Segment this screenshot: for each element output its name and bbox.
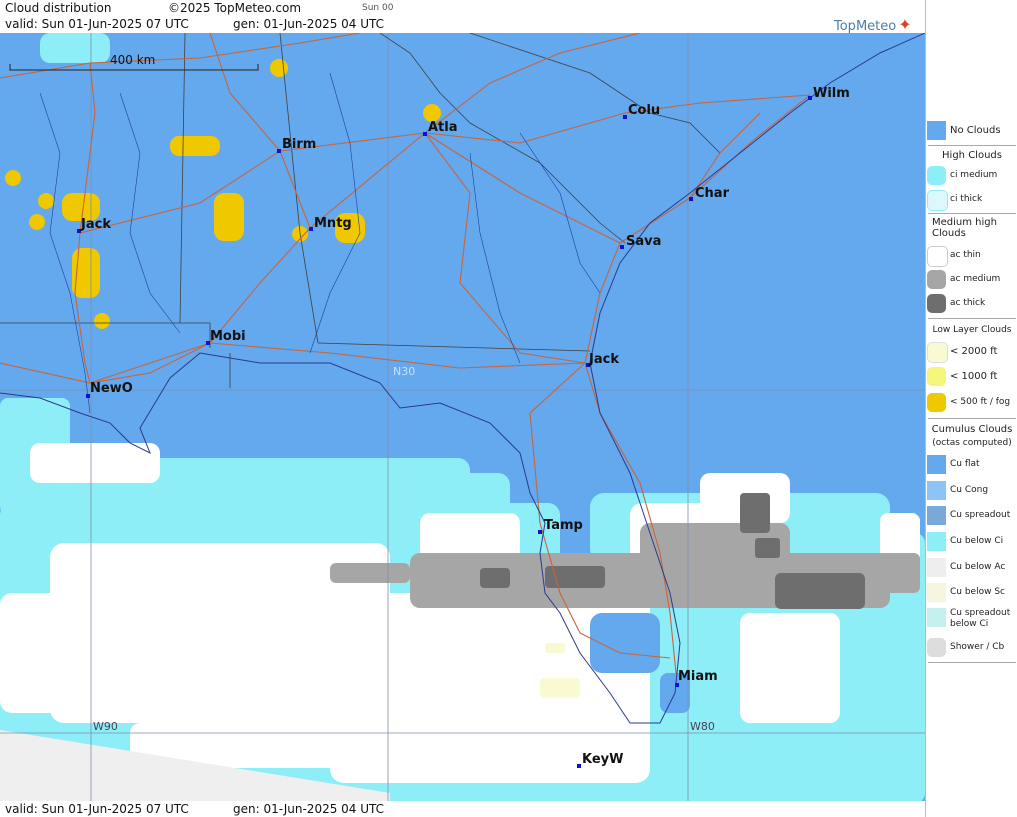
legend-panel: No Clouds High Clouds ci medium ci thick… (925, 0, 1017, 817)
svg-text:Jack: Jack (80, 217, 111, 232)
legend-no-clouds: No Clouds (926, 121, 1017, 141)
map-header: Cloud distribution ©2025 TopMeteo.com Su… (0, 0, 925, 33)
svg-text:KeyW: KeyW (582, 752, 623, 767)
svg-text:Wilm: Wilm (813, 86, 850, 101)
legend-cu-below-ci: Cu below Ci (926, 532, 1017, 552)
city-atla[interactable]: Atla (423, 120, 458, 136)
city-jack-fl[interactable]: Jack (586, 352, 619, 367)
legend-high-clouds: High Clouds (942, 150, 1002, 161)
grid-label-w80: W80 (690, 720, 715, 733)
city-sava[interactable]: Sava (620, 234, 661, 249)
city-mntg[interactable]: Mntg (309, 216, 352, 231)
city-mobi[interactable]: Mobi (206, 329, 246, 345)
legend-ac-thin: ac thin (926, 246, 1017, 267)
day-code: Sun 00 (362, 3, 394, 13)
legend-cumulus: Cumulus Clouds (931, 424, 1013, 435)
map-footer: valid: Sun 01-Jun-2025 07 UTC gen: 01-Ju… (0, 801, 925, 817)
city-char[interactable]: Char (689, 186, 730, 201)
svg-text:Miam: Miam (678, 669, 718, 684)
svg-text:Mobi: Mobi (210, 329, 246, 344)
generated-time: gen: 01-Jun-2025 04 UTC (233, 17, 385, 31)
legend-low-layer: Low Layer Clouds (932, 325, 1012, 335)
star-icon: ✦ (898, 15, 912, 34)
city-newo[interactable]: NewO (86, 381, 133, 398)
svg-text:Sava: Sava (626, 234, 661, 249)
svg-text:Colu: Colu (628, 103, 660, 118)
legend-ci-thick: ci thick (926, 190, 1017, 211)
legend-medium-high: Medium high Clouds (932, 217, 997, 239)
legend-cu-flat: Cu flat (926, 455, 1017, 475)
city-tamp[interactable]: Tamp (538, 518, 583, 534)
legend-low-500: < 500 ft / fog (926, 393, 1017, 413)
legend-cu-spreadout: Cu spreadout (926, 506, 1017, 526)
legend-shower-cb: Shower / Cb (926, 638, 1017, 658)
svg-text:Atla: Atla (428, 120, 458, 135)
grid-label-w90: W90 (93, 720, 118, 733)
svg-text:NewO: NewO (90, 381, 133, 396)
footer-generated-time: gen: 01-Jun-2025 04 UTC (233, 802, 385, 816)
copyright: ©2025 TopMeteo.com (168, 1, 302, 15)
svg-text:Tamp: Tamp (544, 518, 583, 533)
legend-low-2000: < 2000 ft (926, 342, 1017, 363)
legend-cu-below-sc: Cu below Sc (926, 583, 1017, 603)
legend-cu-cong: Cu Cong (926, 481, 1017, 501)
scale-label: 400 km (110, 53, 155, 67)
city-keyw[interactable]: KeyW (577, 752, 623, 768)
svg-text:Jack: Jack (588, 352, 619, 367)
svg-text:Mntg: Mntg (314, 216, 352, 231)
svg-text:Birm: Birm (282, 137, 316, 152)
grid-label-n30: N30 (393, 365, 415, 378)
legend-ac-medium: ac medium (926, 270, 1017, 290)
legend-cu-spreadout-below-ci: Cu spreadout below Ci (926, 608, 1017, 634)
city-jack-ms[interactable]: Jack (77, 217, 111, 233)
map-title: Cloud distribution (5, 1, 112, 15)
footer-valid-time: valid: Sun 01-Jun-2025 07 UTC (5, 802, 189, 816)
legend-octas: (octas computed) (932, 438, 1012, 448)
city-colu[interactable]: Colu (623, 103, 660, 119)
valid-time: valid: Sun 01-Jun-2025 07 UTC (5, 17, 189, 31)
legend-cu-below-ac: Cu below Ac (926, 558, 1017, 578)
legend-low-1000: < 1000 ft (926, 367, 1017, 387)
svg-text:Char: Char (695, 186, 730, 201)
city-wilm[interactable]: Wilm (808, 86, 850, 101)
city-birm[interactable]: Birm (277, 137, 316, 153)
topmeteo-logo: TopMeteo ✦ (834, 15, 912, 34)
cloud-map[interactable]: 400 km N30 W90 W80 Wilm Colu Atla Birm C… (0, 33, 925, 801)
legend-ci-medium: ci medium (926, 166, 1017, 186)
legend-ac-thick: ac thick (926, 294, 1017, 314)
